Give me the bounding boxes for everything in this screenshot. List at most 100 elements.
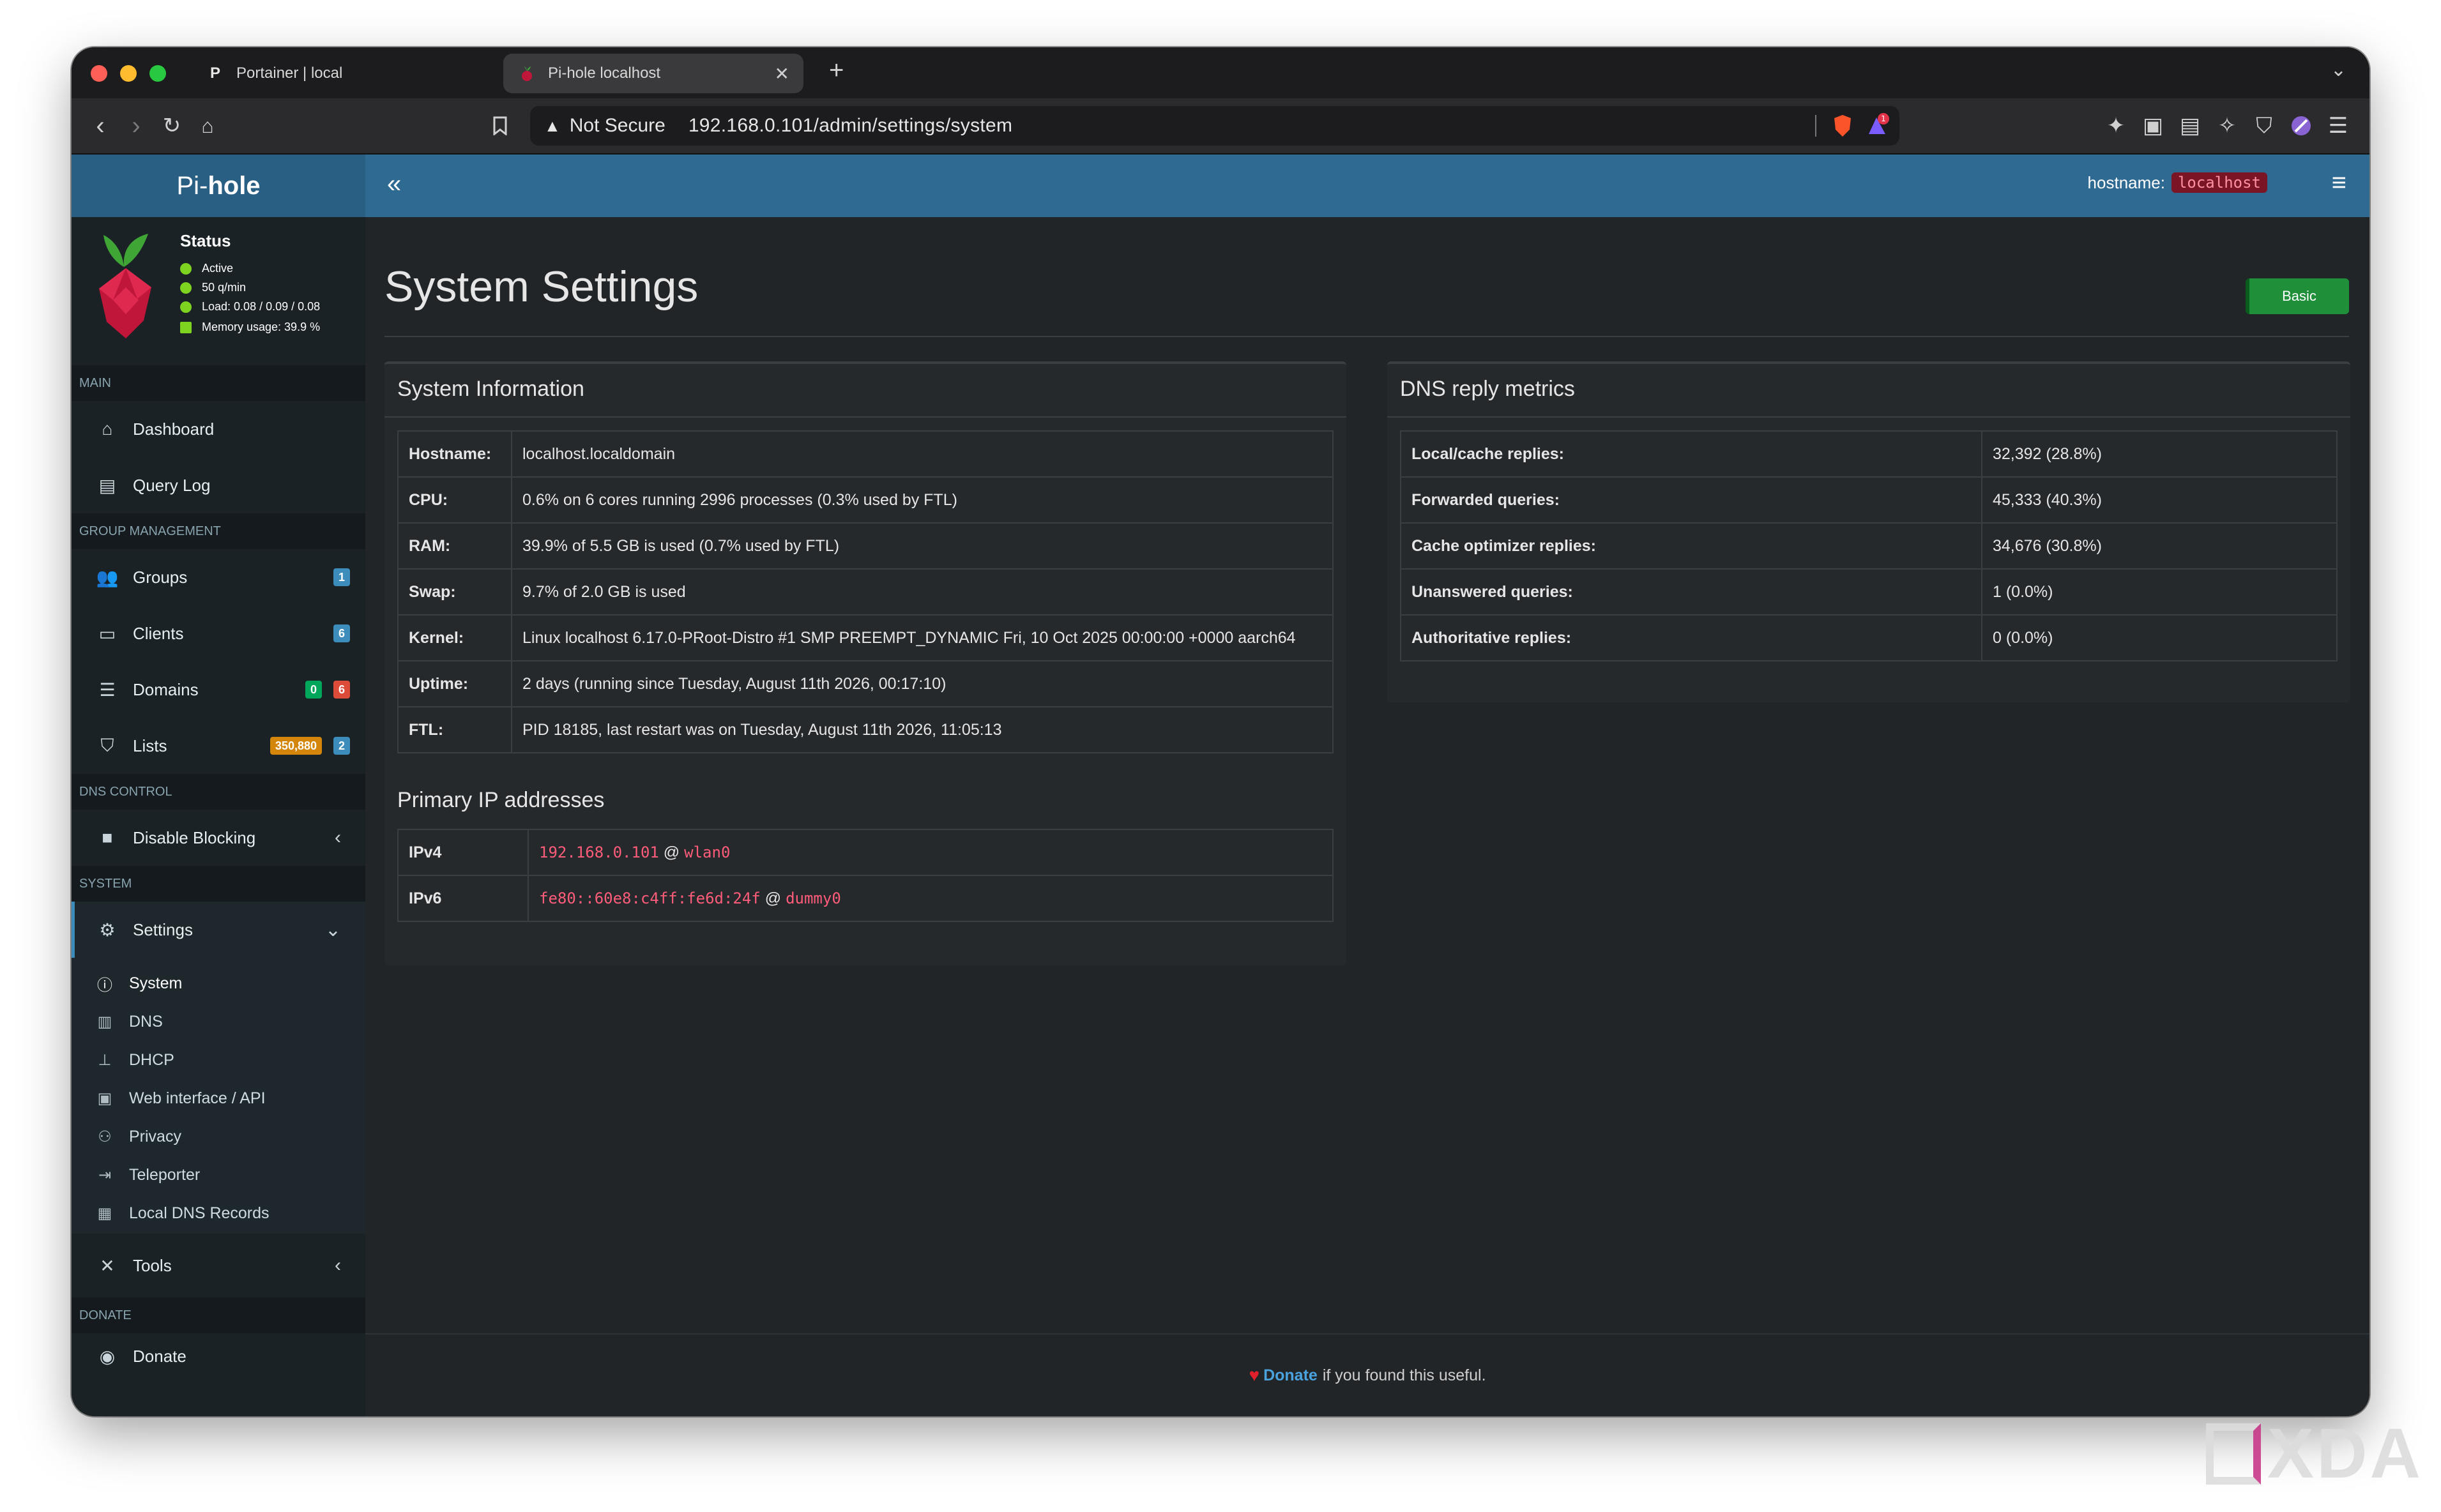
table-row: Local/cache replies: 32,392 (28.8%) xyxy=(1400,430,2338,478)
sidebar-item-domains[interactable]: ☰ Domains 0 6 xyxy=(72,662,365,718)
sidebar-subitem-label: Privacy xyxy=(129,1127,181,1145)
brave-rewards-icon[interactable]: 1 xyxy=(1865,112,1890,143)
new-tab-button[interactable]: + xyxy=(829,56,844,85)
sidebar-item-label: Domains xyxy=(133,679,199,699)
sidebar-subitem-web-interface[interactable]: ▣ Web interface / API xyxy=(72,1079,365,1117)
home-button[interactable]: ⌂ xyxy=(190,109,225,143)
vpn-shield-icon[interactable]: ⛉ xyxy=(2248,110,2280,142)
hostname-label: hostname: xyxy=(2087,172,2165,192)
sidebar-item-clients[interactable]: ▭ Clients 6 xyxy=(72,605,365,662)
tab-pihole[interactable]: Pi-hole localhost ✕ xyxy=(503,54,803,93)
sidebar-item-settings[interactable]: ⚙ Settings ⌄ xyxy=(72,902,365,958)
row-key: Cache optimizer replies: xyxy=(1400,522,1982,570)
sidebar-subitem-dhcp[interactable]: ⊥ DHCP xyxy=(72,1041,365,1079)
sidebar-subitem-system[interactable]: ⓘ System xyxy=(72,964,365,1002)
section-group-management: GROUP MANAGEMENT xyxy=(72,513,365,549)
page-footer: ♥ Donate if you found this useful. xyxy=(365,1333,2369,1416)
pihole-logo[interactable]: Pi-hole xyxy=(72,155,365,217)
table-row: Cache optimizer replies: 34,676 (30.8%) xyxy=(1400,522,2338,570)
url-text[interactable]: 192.168.0.101/admin/settings/system xyxy=(688,115,1012,137)
forward-button[interactable]: › xyxy=(119,109,153,143)
footer-text: if you found this useful. xyxy=(1322,1366,1486,1384)
pihole-raspberry-logo xyxy=(84,229,167,347)
status-title: Status xyxy=(180,231,231,250)
profile-icon[interactable] xyxy=(2285,110,2317,142)
bookmark-button[interactable] xyxy=(483,109,517,143)
sidebar-item-label: Dashboard xyxy=(133,419,215,439)
sidebar-subitem-label: DNS xyxy=(129,1012,163,1031)
row-key: Kernel: xyxy=(397,614,512,662)
hamburger-menu-icon[interactable]: ≡ xyxy=(2332,169,2346,197)
back-button[interactable]: ‹ xyxy=(83,109,118,143)
table-row: RAM: 39.9% of 5.5 GB is used (0.7% used b… xyxy=(397,522,1334,570)
basic-mode-toggle-button[interactable]: Basic xyxy=(2246,278,2349,314)
row-key: Local/cache replies: xyxy=(1400,430,1982,478)
close-window-button[interactable] xyxy=(91,65,107,82)
groups-count-badge: 1 xyxy=(333,568,350,586)
address-book-icon: ▦ xyxy=(97,1204,112,1222)
sitemap-icon: ⊥ xyxy=(98,1051,112,1069)
wallet-icon[interactable]: ▤ xyxy=(2174,110,2206,142)
tools-icon: ✕ xyxy=(100,1255,115,1276)
status-active: Active xyxy=(180,262,233,275)
status-load: Load: 0.08 / 0.09 / 0.08 xyxy=(180,300,320,314)
tab-label: Portainer | local xyxy=(236,64,343,82)
ipv4-interface: wlan0 xyxy=(684,843,731,861)
security-label[interactable]: Not Secure xyxy=(570,115,665,137)
table-row: Forwarded queries: 45,333 (40.3%) xyxy=(1400,476,2338,524)
window-icon: ▣ xyxy=(97,1089,112,1107)
sidebar-subitem-teleporter[interactable]: ⇥ Teleporter xyxy=(72,1156,365,1194)
row-key: Authoritative replies: xyxy=(1400,614,1982,662)
brave-shield-icon[interactable] xyxy=(1832,114,1853,143)
title-divider xyxy=(384,336,2349,337)
menu-icon[interactable]: ☰ xyxy=(2322,110,2354,142)
sidebar-item-query-log[interactable]: ▤ Query Log xyxy=(72,457,365,513)
sidebar-item-donate[interactable]: ◉ Donate xyxy=(72,1328,365,1384)
leo-ai-icon[interactable]: ✧ xyxy=(2211,110,2243,142)
sidebar-item-label: Tools xyxy=(133,1255,172,1275)
sidebar-item-lists[interactable]: ⛉ Lists 350,880 2 xyxy=(72,718,365,774)
maximize-window-button[interactable] xyxy=(149,65,166,82)
tab-list-chevron-icon[interactable]: ⌄ xyxy=(2331,59,2346,81)
row-key: Hostname: xyxy=(397,430,512,478)
sidebar-toggle-icon[interactable]: ▣ xyxy=(2137,110,2169,142)
minimize-window-button[interactable] xyxy=(120,65,137,82)
address-bar[interactable]: ▲ Not Secure 192.168.0.101/admin/setting… xyxy=(530,106,1899,146)
row-value: 45,333 (40.3%) xyxy=(1981,476,2338,524)
rate-icon xyxy=(180,282,192,294)
sidebar-item-disable-blocking[interactable]: ■ Disable Blocking ‹ xyxy=(72,810,365,866)
sidebar-item-tools[interactable]: ✕ Tools ‹ xyxy=(72,1237,365,1294)
row-key: CPU: xyxy=(397,476,512,524)
table-row: Kernel: Linux localhost 6.17.0-PRoot-Dist… xyxy=(397,614,1334,662)
row-key: IPv6 xyxy=(397,875,529,922)
table-row: FTL: PID 18185, last restart was on Tuesd… xyxy=(397,706,1334,753)
row-value: PID 18185, last restart was on Tuesday, … xyxy=(511,706,1334,753)
sidebar-item-dashboard[interactable]: ⌂ Dashboard xyxy=(72,401,365,457)
dns-reply-metrics-title: DNS reply metrics xyxy=(1400,377,1575,401)
sidebar-item-label: Query Log xyxy=(133,475,211,495)
sidebar-subitem-dns[interactable]: ▥ DNS xyxy=(72,1002,365,1041)
chevron-left-icon: ‹ xyxy=(335,1255,341,1276)
dns-reply-metrics-box: DNS reply metrics Local/cache replies: 32… xyxy=(1387,361,2350,702)
sidebar-subitem-label: Local DNS Records xyxy=(129,1204,270,1222)
row-key: Uptime: xyxy=(397,660,512,707)
row-key: Swap: xyxy=(397,568,512,616)
sidebar-item-label: Disable Blocking xyxy=(133,828,256,847)
sidebar-subitem-local-dns[interactable]: ▦ Local DNS Records xyxy=(72,1194,365,1232)
book-icon: ▥ xyxy=(97,1013,112,1031)
reload-button[interactable]: ↻ xyxy=(155,109,189,143)
row-key: Forwarded queries: xyxy=(1400,476,1982,524)
tab-label: Pi-hole localhost xyxy=(548,64,661,82)
domains-allow-badge: 0 xyxy=(305,681,322,699)
system-information-title: System Information xyxy=(397,377,584,401)
sidebar-item-label: Donate xyxy=(133,1346,186,1366)
memory-icon xyxy=(180,321,192,333)
table-row: Hostname: localhost.localdomain xyxy=(397,430,1334,478)
sidebar-item-groups[interactable]: 👥 Groups 1 xyxy=(72,549,365,605)
active-dot-icon xyxy=(180,262,192,275)
close-tab-icon[interactable]: ✕ xyxy=(775,63,789,84)
extensions-icon[interactable]: ✦ xyxy=(2100,110,2132,142)
footer-donate-link[interactable]: Donate xyxy=(1263,1366,1318,1385)
collapse-sidebar-icon[interactable]: « xyxy=(387,170,401,199)
sidebar-subitem-privacy[interactable]: ⚇ Privacy xyxy=(72,1117,365,1156)
